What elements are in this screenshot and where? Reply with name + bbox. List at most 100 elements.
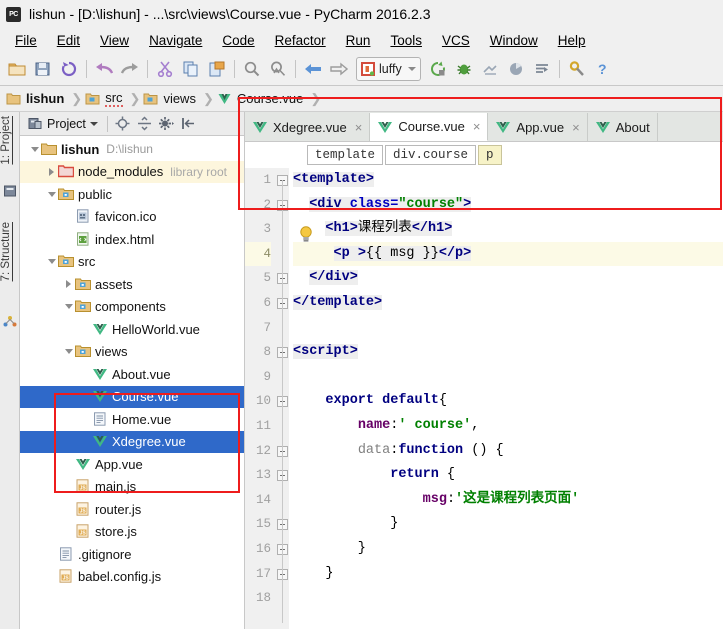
- project-panel-title[interactable]: Project: [24, 117, 102, 131]
- editor-tab-app-vue[interactable]: App.vue ×: [488, 113, 588, 141]
- menu-vcs[interactable]: VCS: [432, 31, 480, 50]
- line-number[interactable]: 5: [245, 266, 271, 291]
- menu-window[interactable]: Window: [480, 31, 548, 50]
- tree-item-public[interactable]: public: [20, 183, 244, 206]
- profile-icon[interactable]: [503, 56, 529, 82]
- sync-icon[interactable]: [56, 56, 82, 82]
- tree-item-index-html[interactable]: index.html: [20, 228, 244, 251]
- line-number[interactable]: 15: [245, 512, 271, 537]
- editor-tab-xdegree-vue[interactable]: Xdegree.vue ×: [245, 113, 371, 141]
- open-folder-icon[interactable]: [4, 56, 30, 82]
- forward-icon[interactable]: [326, 56, 352, 82]
- line-number[interactable]: 14: [245, 488, 271, 513]
- editor-tab-course-vue[interactable]: Course.vue ×: [370, 113, 489, 141]
- code-editor[interactable]: 1 2 3 4 5 6 7 8 9 10 11 12 13 14 15 16 17 18 <template> <…: [245, 168, 723, 629]
- settings-icon[interactable]: [564, 56, 590, 82]
- menu-code[interactable]: Code: [212, 31, 264, 50]
- tree-item-views[interactable]: views: [20, 341, 244, 364]
- structure-chip-div-course[interactable]: div.course: [385, 145, 477, 165]
- tree-item-babel-config-js[interactable]: JS babel.config.js: [20, 566, 244, 589]
- breadcrumb-item-course-vue[interactable]: Course.vue: [217, 91, 307, 106]
- tree-item-helloworld-vue[interactable]: HelloWorld.vue: [20, 318, 244, 341]
- code-line[interactable]: [293, 365, 723, 390]
- line-number[interactable]: 10: [245, 389, 271, 414]
- structure-chip-template[interactable]: template: [307, 145, 384, 165]
- expand-arrow-down-icon[interactable]: [28, 143, 41, 156]
- editor-tab-about[interactable]: About: [587, 113, 658, 141]
- line-number[interactable]: 12: [245, 439, 271, 464]
- code-folding-gutter[interactable]: [275, 168, 289, 629]
- line-number[interactable]: 8: [245, 340, 271, 365]
- intention-bulb-icon[interactable]: [299, 226, 313, 243]
- code-text[interactable]: <template> <div class="course"> <h1>课程列表…: [289, 168, 723, 629]
- line-number[interactable]: 6: [245, 291, 271, 316]
- tree-item-components[interactable]: components: [20, 296, 244, 319]
- tree-item-router-js[interactable]: JS router.js: [20, 498, 244, 521]
- expand-arrow-down-icon[interactable]: [45, 188, 58, 201]
- expand-arrow-right-icon[interactable]: [62, 278, 75, 291]
- line-number[interactable]: 2: [245, 193, 271, 218]
- line-number[interactable]: 9: [245, 365, 271, 390]
- expand-arrow-down-icon[interactable]: [62, 345, 75, 358]
- menu-run[interactable]: Run: [336, 31, 381, 50]
- chevron-down-icon[interactable]: [407, 67, 416, 71]
- code-line[interactable]: </template>: [293, 291, 723, 316]
- expand-arrow-right-icon[interactable]: [45, 165, 58, 178]
- help-icon[interactable]: ?: [590, 56, 616, 82]
- code-line[interactable]: data:function () {: [293, 439, 723, 464]
- code-line[interactable]: <h1>课程列表</h1>: [293, 217, 723, 242]
- tree-item-store-js[interactable]: JS store.js: [20, 521, 244, 544]
- code-line[interactable]: msg:'这是课程列表页面': [293, 488, 723, 513]
- redo-icon[interactable]: [117, 56, 143, 82]
- tree-item-node-modules[interactable]: node_modules library root: [20, 160, 244, 183]
- menu-edit[interactable]: Edit: [47, 31, 90, 50]
- tree-item-src[interactable]: src: [20, 251, 244, 274]
- back-icon[interactable]: [300, 56, 326, 82]
- line-number[interactable]: 4: [245, 241, 271, 267]
- tree-item-lishun[interactable]: lishun D:\lishun: [20, 138, 244, 161]
- expand-arrow-down-icon[interactable]: [45, 255, 58, 268]
- code-line[interactable]: <div class="course">: [293, 193, 723, 218]
- code-line[interactable]: [293, 586, 723, 611]
- tree-item-assets[interactable]: assets: [20, 273, 244, 296]
- breadcrumb-item-src[interactable]: src: [85, 90, 126, 107]
- line-number[interactable]: 11: [245, 414, 271, 439]
- menu-bar[interactable]: File Edit View Navigate Code Refactor Ru…: [0, 28, 723, 53]
- line-number[interactable]: 17: [245, 562, 271, 587]
- breadcrumb-item-lishun[interactable]: lishun: [6, 91, 68, 106]
- code-line[interactable]: }: [293, 562, 723, 587]
- close-icon[interactable]: ×: [355, 120, 363, 135]
- code-line[interactable]: name:' course',: [293, 414, 723, 439]
- code-line[interactable]: [293, 316, 723, 341]
- debug-icon[interactable]: [451, 56, 477, 82]
- paste-icon[interactable]: [204, 56, 230, 82]
- line-number[interactable]: 7: [245, 316, 271, 341]
- locate-icon[interactable]: [113, 114, 133, 134]
- tree-item-gitignore[interactable]: .gitignore: [20, 543, 244, 566]
- code-line[interactable]: </div>: [293, 266, 723, 291]
- close-icon[interactable]: ×: [473, 119, 481, 134]
- expand-arrow-down-icon[interactable]: [62, 300, 75, 313]
- code-line[interactable]: return {: [293, 463, 723, 488]
- tree-item-main-js[interactable]: JS main.js: [20, 476, 244, 499]
- menu-tools[interactable]: Tools: [380, 31, 432, 50]
- save-all-icon[interactable]: [30, 56, 56, 82]
- line-number[interactable]: 18: [245, 586, 271, 611]
- project-file-tree[interactable]: lishun D:\lishun node_modules library root p…: [20, 136, 244, 629]
- code-line[interactable]: <p >{{ msg }}</p>: [293, 241, 723, 267]
- breadcrumb-item-views[interactable]: views: [143, 91, 200, 106]
- coverage-icon[interactable]: [477, 56, 503, 82]
- copy-icon[interactable]: [178, 56, 204, 82]
- code-line[interactable]: }: [293, 537, 723, 562]
- collapse-all-icon[interactable]: [135, 114, 155, 134]
- line-number[interactable]: 13: [245, 463, 271, 488]
- undo-icon[interactable]: [91, 56, 117, 82]
- code-line[interactable]: export default{: [293, 389, 723, 414]
- find-icon[interactable]: [239, 56, 265, 82]
- hide-panel-icon[interactable]: [179, 114, 199, 134]
- tool-window-project[interactable]: 1: Project: [0, 116, 20, 165]
- menu-navigate[interactable]: Navigate: [139, 31, 212, 50]
- replace-icon[interactable]: [265, 56, 291, 82]
- cut-icon[interactable]: [152, 56, 178, 82]
- code-line[interactable]: <template>: [293, 168, 723, 193]
